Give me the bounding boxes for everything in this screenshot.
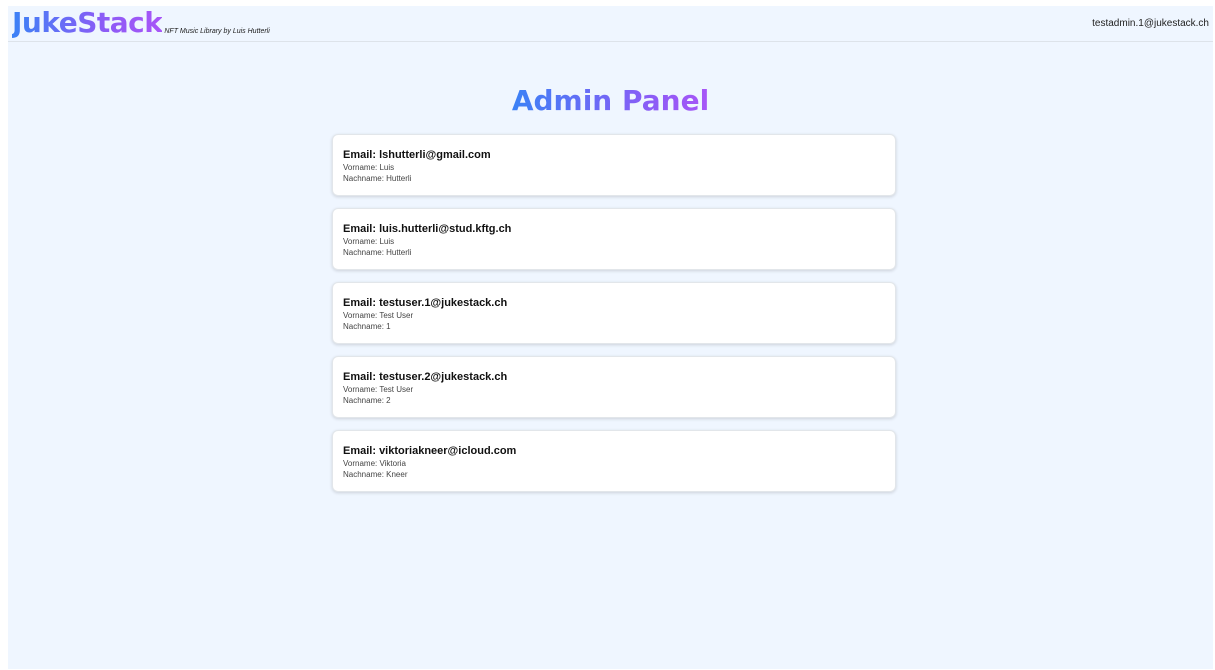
tagline: NFT Music Library by Luis Hutterli xyxy=(164,28,270,35)
user-email: Email: testuser.1@jukestack.ch xyxy=(343,297,508,309)
user-email: Email: lshutterli@gmail.com xyxy=(343,149,491,161)
current-user-email[interactable]: testadmin.1@jukestack.ch xyxy=(1092,18,1209,29)
user-card[interactable]: Email: lshutterli@gmail.com Vorname: Lui… xyxy=(332,134,896,196)
user-list: Email: lshutterli@gmail.com Vorname: Lui… xyxy=(332,134,896,504)
user-nachname: Nachname: 2 xyxy=(343,396,391,405)
user-vorname: Vorname: Viktoria xyxy=(343,459,406,468)
user-vorname: Vorname: Test User xyxy=(343,311,414,320)
page-title: Admin Panel xyxy=(8,86,1213,116)
user-card[interactable]: Email: luis.hutterli@stud.kftg.ch Vornam… xyxy=(332,208,896,270)
top-header: JukeStack NFT Music Library by Luis Hutt… xyxy=(8,6,1213,42)
user-email: Email: viktoriakneer@icloud.com xyxy=(343,445,517,457)
user-email: Email: testuser.2@jukestack.ch xyxy=(343,371,508,383)
user-nachname: Nachname: Hutterli xyxy=(343,174,412,183)
user-vorname: Vorname: Luis xyxy=(343,163,395,172)
user-nachname: Nachname: Kneer xyxy=(343,470,408,479)
logo[interactable]: JukeStack xyxy=(12,7,163,39)
app-root: JukeStack NFT Music Library by Luis Hutt… xyxy=(8,6,1213,669)
page-title-text: Admin Panel xyxy=(511,84,710,117)
user-card[interactable]: Email: testuser.1@jukestack.ch Vorname: … xyxy=(332,282,896,344)
user-card[interactable]: Email: viktoriakneer@icloud.com Vorname:… xyxy=(332,430,896,492)
user-email: Email: luis.hutterli@stud.kftg.ch xyxy=(343,223,512,235)
brand[interactable]: JukeStack NFT Music Library by Luis Hutt… xyxy=(12,7,270,39)
user-nachname: Nachname: 1 xyxy=(343,322,391,331)
user-card[interactable]: Email: testuser.2@jukestack.ch Vorname: … xyxy=(332,356,896,418)
user-vorname: Vorname: Luis xyxy=(343,237,395,246)
user-nachname: Nachname: Hutterli xyxy=(343,248,412,257)
user-vorname: Vorname: Test User xyxy=(343,385,414,394)
